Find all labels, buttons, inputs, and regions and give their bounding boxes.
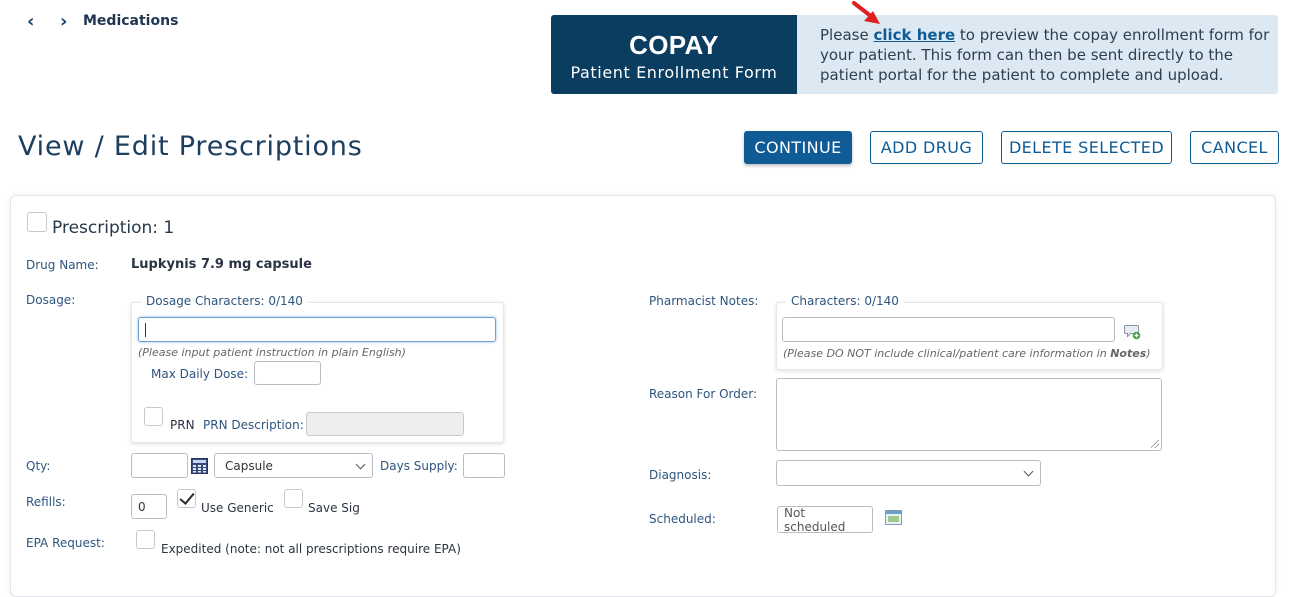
copay-title: COPAY [629,30,719,60]
notes-hint-suffix: ) [1146,347,1151,360]
continue-button[interactable]: CONTINUE [744,131,852,164]
expedited-label: Expedited (note: not all prescriptions r… [161,542,461,556]
notes-hint-prefix: (Please DO NOT include clinical/patient … [783,347,1111,360]
prn-label: PRN [170,418,195,432]
diagnosis-label: Diagnosis: [649,468,712,482]
days-supply-label: Days Supply: [380,459,458,473]
prn-description-label: PRN Description: [203,418,304,432]
max-daily-dose-input[interactable] [254,361,321,385]
copay-message-text: Please click here to preview the copay e… [820,25,1272,85]
qty-label: Qty: [26,459,51,473]
notes-hint-bold: Notes [1110,347,1147,360]
save-sig-label: Save Sig [308,501,360,515]
save-sig-checkbox[interactable] [284,489,303,508]
copay-subtitle: Patient Enrollment Form [570,63,778,82]
prn-checkbox[interactable] [144,407,163,426]
delete-selected-button[interactable]: DELETE SELECTED [1001,131,1172,164]
calendar-icon[interactable] [885,510,902,525]
notes-characters-counter: Characters: 0/140 [786,294,904,308]
reason-for-order-label: Reason For Order: [649,387,758,401]
text-cursor [145,322,146,337]
notes-hint: (Please DO NOT include clinical/patient … [783,347,1151,360]
chevron-down-icon [355,459,366,469]
epa-request-label: EPA Request: [26,536,105,550]
breadcrumb[interactable]: Medications [83,13,178,29]
refills-input[interactable]: 0 [131,494,167,519]
resize-grip-icon[interactable] [1151,440,1159,448]
refills-label: Refills: [26,495,66,509]
dosage-hint: (Please input patient instruction in pla… [138,346,406,359]
pharmacist-notes-label: Pharmacist Notes: [649,294,759,308]
pharmacist-notes-input[interactable] [782,317,1115,342]
reason-for-order-textarea[interactable] [776,378,1162,451]
drug-name-label: Drug Name: [26,258,99,272]
copay-click-here-link[interactable]: click here [873,26,955,44]
use-generic-checkbox[interactable] [177,489,196,508]
scheduled-label: Scheduled: [649,512,716,526]
days-supply-input[interactable] [463,453,505,478]
calculator-icon[interactable] [191,458,208,474]
dosage-characters-counter: Dosage Characters: 0/140 [141,294,308,308]
prescription-select-checkbox[interactable] [27,212,47,232]
drug-name-value: Lupkynis 7.9 mg capsule [131,257,312,272]
dosage-label: Dosage: [26,293,76,307]
add-drug-button[interactable]: ADD DRUG [870,131,983,164]
unit-selected-value: Capsule [225,458,273,473]
max-daily-dose-label: Max Daily Dose: [151,367,249,381]
add-comment-icon[interactable] [1124,324,1141,340]
prn-description-input[interactable] [306,412,464,436]
copay-text-before: Please [820,26,874,44]
cancel-button[interactable]: CANCEL [1190,131,1279,164]
diagnosis-select[interactable] [776,460,1041,486]
use-generic-label: Use Generic [201,501,274,515]
dosage-input[interactable] [138,317,496,342]
chevron-down-icon [1023,466,1034,477]
red-arrow-icon [852,1,880,24]
unit-select[interactable]: Capsule [214,453,373,478]
page-title: View / Edit Prescriptions [18,131,363,162]
prescription-title: Prescription: 1 [52,218,175,238]
expedited-checkbox[interactable] [136,530,155,549]
back-chevron-icon[interactable]: ‹ [27,12,34,32]
qty-input[interactable] [131,453,188,478]
copay-banner-badge: COPAY Patient Enrollment Form [551,15,797,94]
scheduled-input[interactable]: Not scheduled [777,506,873,534]
forward-chevron-icon[interactable]: › [60,12,67,32]
